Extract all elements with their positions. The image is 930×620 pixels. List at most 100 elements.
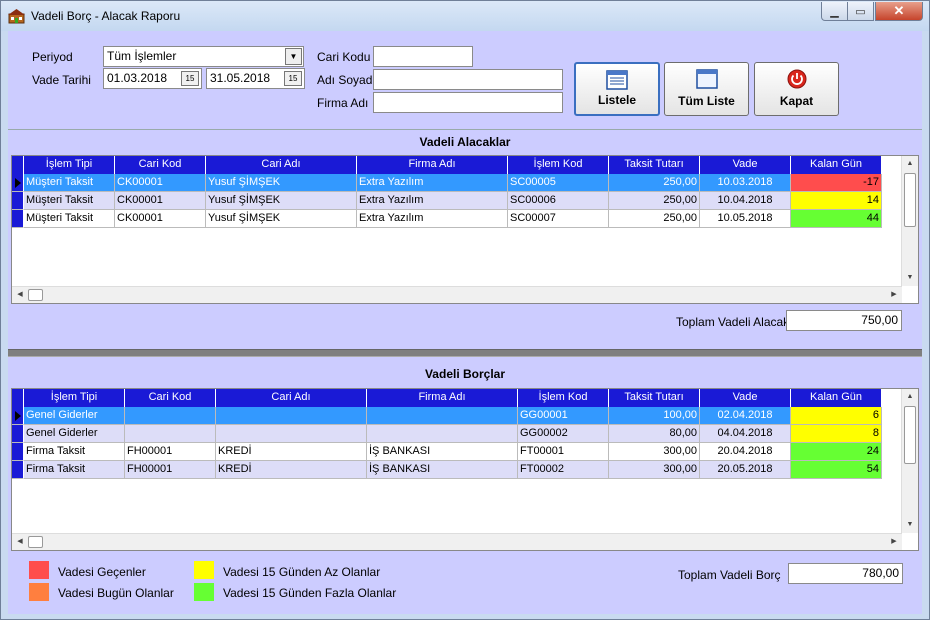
col-header[interactable]: Vade: [700, 389, 791, 407]
remaining-days-cell[interactable]: 24: [791, 443, 882, 461]
remaining-days-cell[interactable]: 8: [791, 425, 882, 443]
cell[interactable]: [125, 407, 216, 425]
cell[interactable]: [125, 425, 216, 443]
row-indicator[interactable]: [12, 461, 24, 479]
cell[interactable]: 250,00: [609, 192, 700, 210]
col-header[interactable]: Firma Adı: [367, 389, 518, 407]
minimize-button[interactable]: ▁: [821, 2, 848, 21]
cell[interactable]: 250,00: [609, 210, 700, 228]
cell[interactable]: FT00002: [518, 461, 609, 479]
cell[interactable]: 10.04.2018: [700, 192, 791, 210]
cell[interactable]: GG00002: [518, 425, 609, 443]
customer-code-input[interactable]: [373, 46, 473, 67]
scroll-thumb[interactable]: [28, 289, 43, 301]
cell[interactable]: 100,00: [609, 407, 700, 425]
scroll-thumb[interactable]: [28, 536, 43, 548]
receivables-grid[interactable]: İşlem Tipi Cari Kod Cari Adı Firma Adı İ…: [11, 155, 919, 304]
cell[interactable]: Firma Taksit: [24, 443, 125, 461]
cell[interactable]: 10.03.2018: [700, 174, 791, 192]
cell[interactable]: CK00001: [115, 174, 206, 192]
maximize-button[interactable]: ▭: [847, 2, 874, 21]
name-input[interactable]: [373, 69, 563, 90]
horizontal-scrollbar[interactable]: ◀ ▶: [12, 533, 902, 550]
cell[interactable]: Extra Yazılım: [357, 174, 508, 192]
cell[interactable]: Müşteri Taksit: [24, 174, 115, 192]
cell[interactable]: 02.04.2018: [700, 407, 791, 425]
table-row[interactable]: Genel Giderler GG00001 100,00 02.04.2018…: [12, 407, 882, 425]
cell[interactable]: İŞ BANKASI: [367, 443, 518, 461]
table-row[interactable]: Genel Giderler GG00002 80,00 04.04.2018 …: [12, 425, 882, 443]
scroll-right-icon[interactable]: ▶: [886, 287, 902, 303]
calendar-icon[interactable]: 15: [284, 71, 302, 86]
col-header[interactable]: Vade: [700, 156, 791, 174]
cell[interactable]: CK00001: [115, 210, 206, 228]
scroll-thumb[interactable]: [904, 173, 916, 227]
col-header[interactable]: Firma Adı: [357, 156, 508, 174]
cell[interactable]: FH00001: [125, 461, 216, 479]
scroll-up-icon[interactable]: ▲: [902, 156, 918, 172]
cell[interactable]: 300,00: [609, 461, 700, 479]
col-header[interactable]: İşlem Kod: [508, 156, 609, 174]
cell[interactable]: 20.05.2018: [700, 461, 791, 479]
col-header[interactable]: Cari Adı: [216, 389, 367, 407]
cell[interactable]: 04.04.2018: [700, 425, 791, 443]
col-header[interactable]: Taksit Tutarı: [609, 389, 700, 407]
cell[interactable]: KREDİ: [216, 443, 367, 461]
cell[interactable]: 300,00: [609, 443, 700, 461]
cell[interactable]: KREDİ: [216, 461, 367, 479]
vertical-scrollbar[interactable]: ▲ ▼: [901, 156, 918, 286]
cell[interactable]: Firma Taksit: [24, 461, 125, 479]
remaining-days-cell[interactable]: 14: [791, 192, 882, 210]
col-header[interactable]: İşlem Tipi: [24, 156, 115, 174]
row-indicator[interactable]: [12, 192, 24, 210]
scroll-up-icon[interactable]: ▲: [902, 389, 918, 405]
col-header[interactable]: İşlem Tipi: [24, 389, 125, 407]
remaining-days-cell[interactable]: 54: [791, 461, 882, 479]
period-combo[interactable]: Tüm İşlemler ▼: [103, 46, 304, 67]
cell[interactable]: FH00001: [125, 443, 216, 461]
cell[interactable]: Genel Giderler: [24, 425, 125, 443]
col-header[interactable]: Cari Kod: [125, 389, 216, 407]
cell[interactable]: GG00001: [518, 407, 609, 425]
company-input[interactable]: [373, 92, 563, 113]
row-indicator[interactable]: [12, 174, 24, 192]
col-header[interactable]: Kalan Gün: [791, 156, 882, 174]
cell[interactable]: Yusuf ŞİMŞEK: [206, 192, 357, 210]
remaining-days-cell[interactable]: 6: [791, 407, 882, 425]
table-row[interactable]: Firma Taksit FH00001 KREDİ İŞ BANKASI FT…: [12, 461, 882, 479]
scroll-left-icon[interactable]: ◀: [12, 534, 28, 550]
list-button[interactable]: Listele: [574, 62, 660, 116]
cell[interactable]: SC00007: [508, 210, 609, 228]
table-row[interactable]: Müşteri Taksit CK00001 Yusuf ŞİMŞEK Extr…: [12, 174, 882, 192]
table-row[interactable]: Firma Taksit FH00001 KREDİ İŞ BANKASI FT…: [12, 443, 882, 461]
payables-grid[interactable]: İşlem Tipi Cari Kod Cari Adı Firma Adı İ…: [11, 388, 919, 551]
date-to-field[interactable]: 31.05.2018 15: [206, 68, 305, 89]
col-header[interactable]: Cari Adı: [206, 156, 357, 174]
cell[interactable]: Extra Yazılım: [357, 210, 508, 228]
cell[interactable]: 10.05.2018: [700, 210, 791, 228]
panel-splitter[interactable]: [8, 349, 922, 357]
cell[interactable]: 250,00: [609, 174, 700, 192]
cell[interactable]: [216, 407, 367, 425]
cell[interactable]: Müşteri Taksit: [24, 192, 115, 210]
row-indicator[interactable]: [12, 425, 24, 443]
cell[interactable]: Extra Yazılım: [357, 192, 508, 210]
title-bar[interactable]: Vadeli Borç - Alacak Raporu ▁ ▭ ✕: [1, 1, 929, 31]
vertical-scrollbar[interactable]: ▲ ▼: [901, 389, 918, 533]
date-from-field[interactable]: 01.03.2018 15: [103, 68, 202, 89]
cell[interactable]: CK00001: [115, 192, 206, 210]
scroll-thumb[interactable]: [904, 406, 916, 464]
cell[interactable]: 20.04.2018: [700, 443, 791, 461]
calendar-icon[interactable]: 15: [181, 71, 199, 86]
cell[interactable]: Müşteri Taksit: [24, 210, 115, 228]
cell[interactable]: İŞ BANKASI: [367, 461, 518, 479]
cell[interactable]: Yusuf ŞİMŞEK: [206, 210, 357, 228]
chevron-down-icon[interactable]: ▼: [285, 48, 302, 65]
horizontal-scrollbar[interactable]: ◀ ▶: [12, 286, 902, 303]
table-row[interactable]: Müşteri Taksit CK00001 Yusuf ŞİMŞEK Extr…: [12, 210, 882, 228]
col-header[interactable]: İşlem Kod: [518, 389, 609, 407]
cell[interactable]: [367, 407, 518, 425]
col-header[interactable]: Cari Kod: [115, 156, 206, 174]
scroll-right-icon[interactable]: ▶: [886, 534, 902, 550]
cell[interactable]: [216, 425, 367, 443]
